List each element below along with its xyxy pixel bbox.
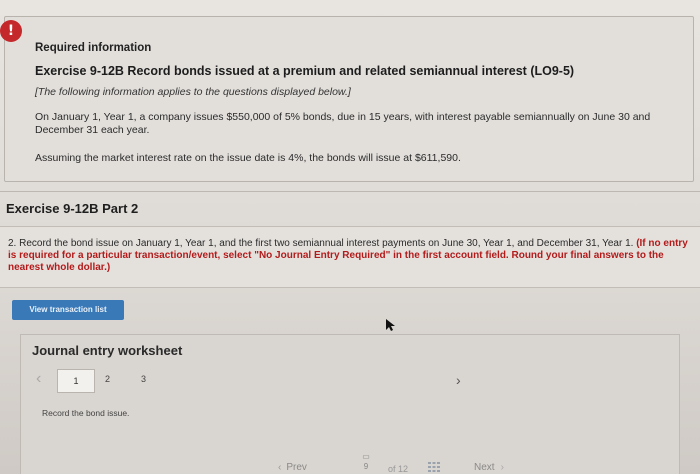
question-text: 2. Record the bond issue on January 1, Y… — [8, 238, 696, 274]
info-paragraph-1: On January 1, Year 1, a company issues $… — [35, 111, 651, 136]
page: ! Required information Exercise 9-12B Re… — [0, 0, 700, 474]
alert-icon: ! — [0, 20, 22, 42]
current-page-number: 9 — [363, 462, 369, 471]
grid-icon[interactable] — [428, 462, 440, 472]
page-indicator[interactable]: ▭ 9 — [358, 452, 374, 474]
worksheet-page-3[interactable]: 3 — [141, 374, 146, 384]
prev-label: Prev — [286, 462, 307, 473]
record-instruction-label: Record the bond issue. — [42, 408, 130, 418]
view-transaction-list-button[interactable]: View transaction list — [12, 300, 124, 320]
question-body: 2. Record the bond issue on January 1, Y… — [8, 238, 634, 249]
info-paragraph-2: Assuming the market interest rate on the… — [35, 152, 461, 164]
prev-button[interactable]: ‹ Prev — [278, 462, 307, 473]
info-note: [The following information applies to th… — [35, 86, 351, 98]
mouse-cursor-icon — [386, 319, 395, 331]
next-button[interactable]: Next › — [474, 462, 504, 473]
chevron-left-icon: ‹ — [278, 462, 282, 473]
exercise-heading: Exercise 9-12B Record bonds issued at a … — [35, 64, 575, 78]
journal-title: Journal entry worksheet — [32, 343, 183, 358]
part-title: Exercise 9-12B Part 2 — [6, 201, 139, 216]
worksheet-prev-icon[interactable]: ‹ — [36, 370, 52, 390]
section-divider — [0, 191, 700, 192]
chevron-right-icon: › — [500, 462, 504, 473]
required-info-title: Required information — [35, 42, 152, 54]
bottom-navigation: ‹ Prev ▭ 9 of 12 Next › — [278, 452, 518, 474]
worksheet-page-1[interactable]: 1 — [57, 369, 95, 393]
worksheet-page-2[interactable]: 2 — [105, 374, 110, 384]
worksheet-next-icon[interactable]: › — [456, 372, 461, 388]
page-total: of 12 — [388, 464, 409, 474]
page-indicator-icon: ▭ — [362, 452, 370, 461]
next-label: Next — [474, 462, 495, 473]
